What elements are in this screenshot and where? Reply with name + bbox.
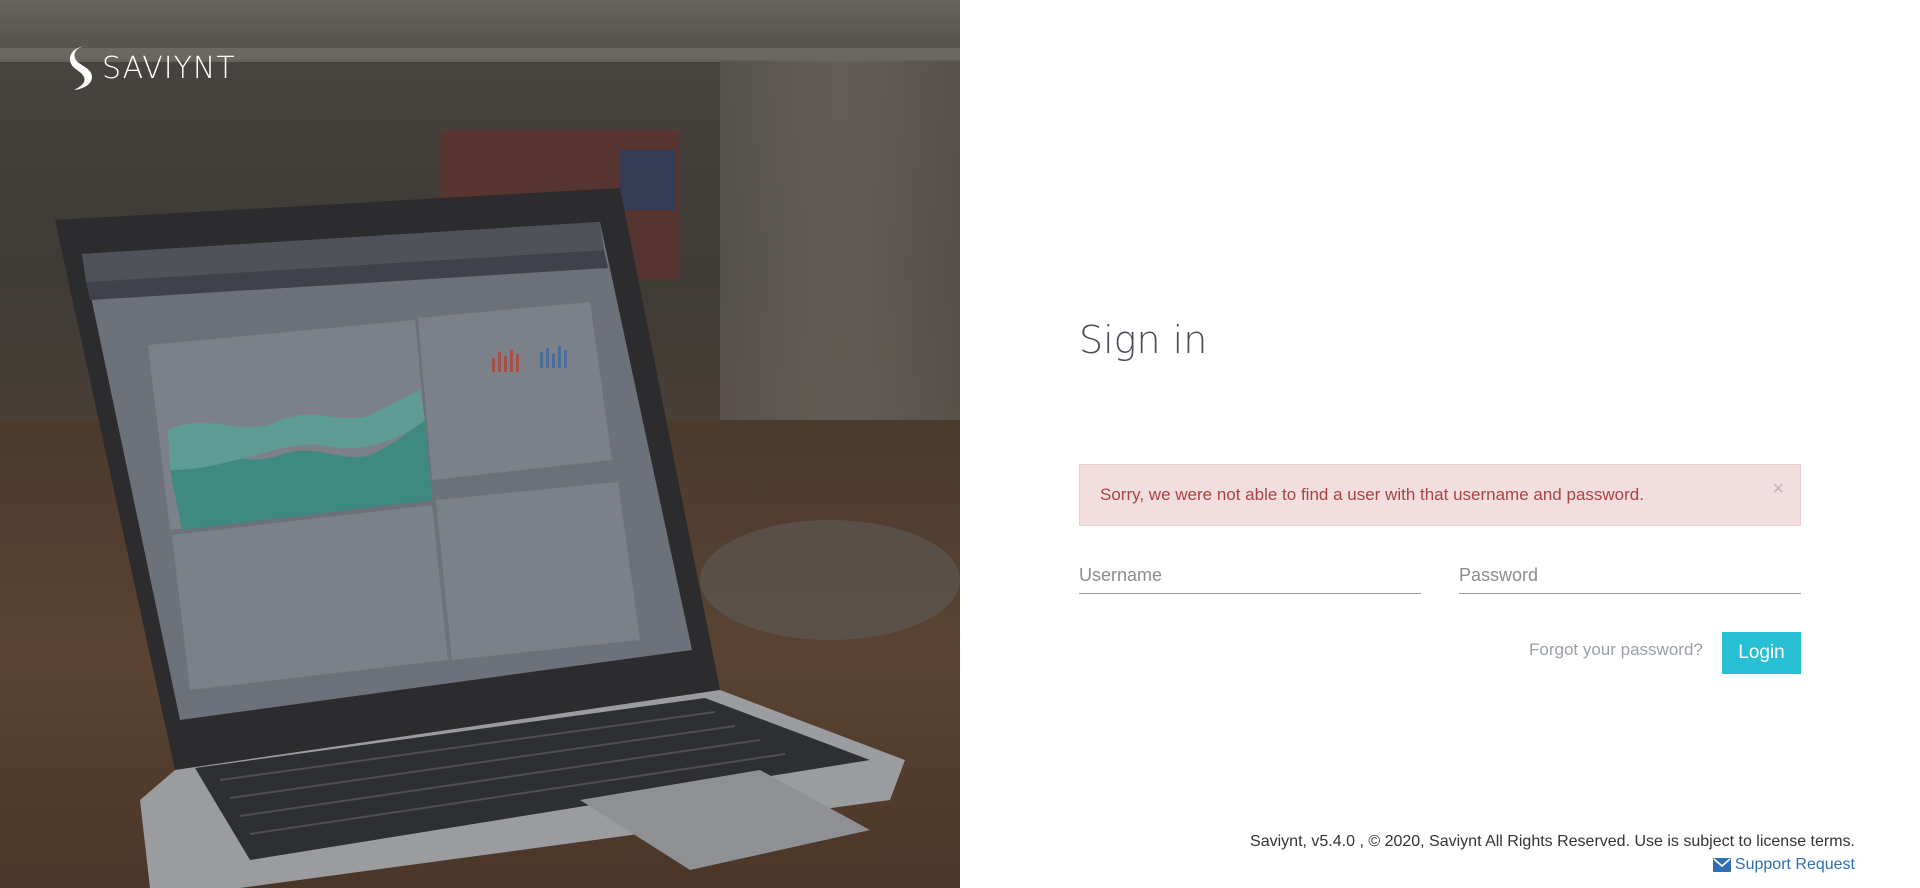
hero-background-image: SAVIYNT [0,0,960,888]
username-input[interactable] [1079,558,1421,594]
error-message: Sorry, we were not able to find a user w… [1100,485,1644,504]
saviynt-logo: SAVIYNT [68,44,236,92]
logo-text: SAVIYNT [102,50,236,86]
laptop-illustration [55,188,905,888]
page-title: Sign in [1079,318,1208,362]
copyright-text: Saviynt, v5.4.0 , © 2020, Saviynt All Ri… [1250,833,1855,850]
login-page: SAVIYNT Sign in Sorry, we were not able … [0,0,1920,888]
signin-panel: Sign in Sorry, we were not able to find … [960,0,1920,888]
envelope-icon [1712,857,1731,872]
support-request-label: Support Request [1734,856,1855,873]
forgot-password-link[interactable]: Forgot your password? [1529,640,1703,660]
login-button[interactable]: Login [1722,632,1801,674]
error-alert: Sorry, we were not able to find a user w… [1079,464,1801,526]
password-input[interactable] [1459,558,1801,594]
support-request-link[interactable]: Support Request [1712,853,1855,876]
saviynt-s-icon [70,46,92,90]
close-icon[interactable]: × [1772,479,1784,499]
footer: Saviynt, v5.4.0 , © 2020, Saviynt All Ri… [1250,830,1855,879]
